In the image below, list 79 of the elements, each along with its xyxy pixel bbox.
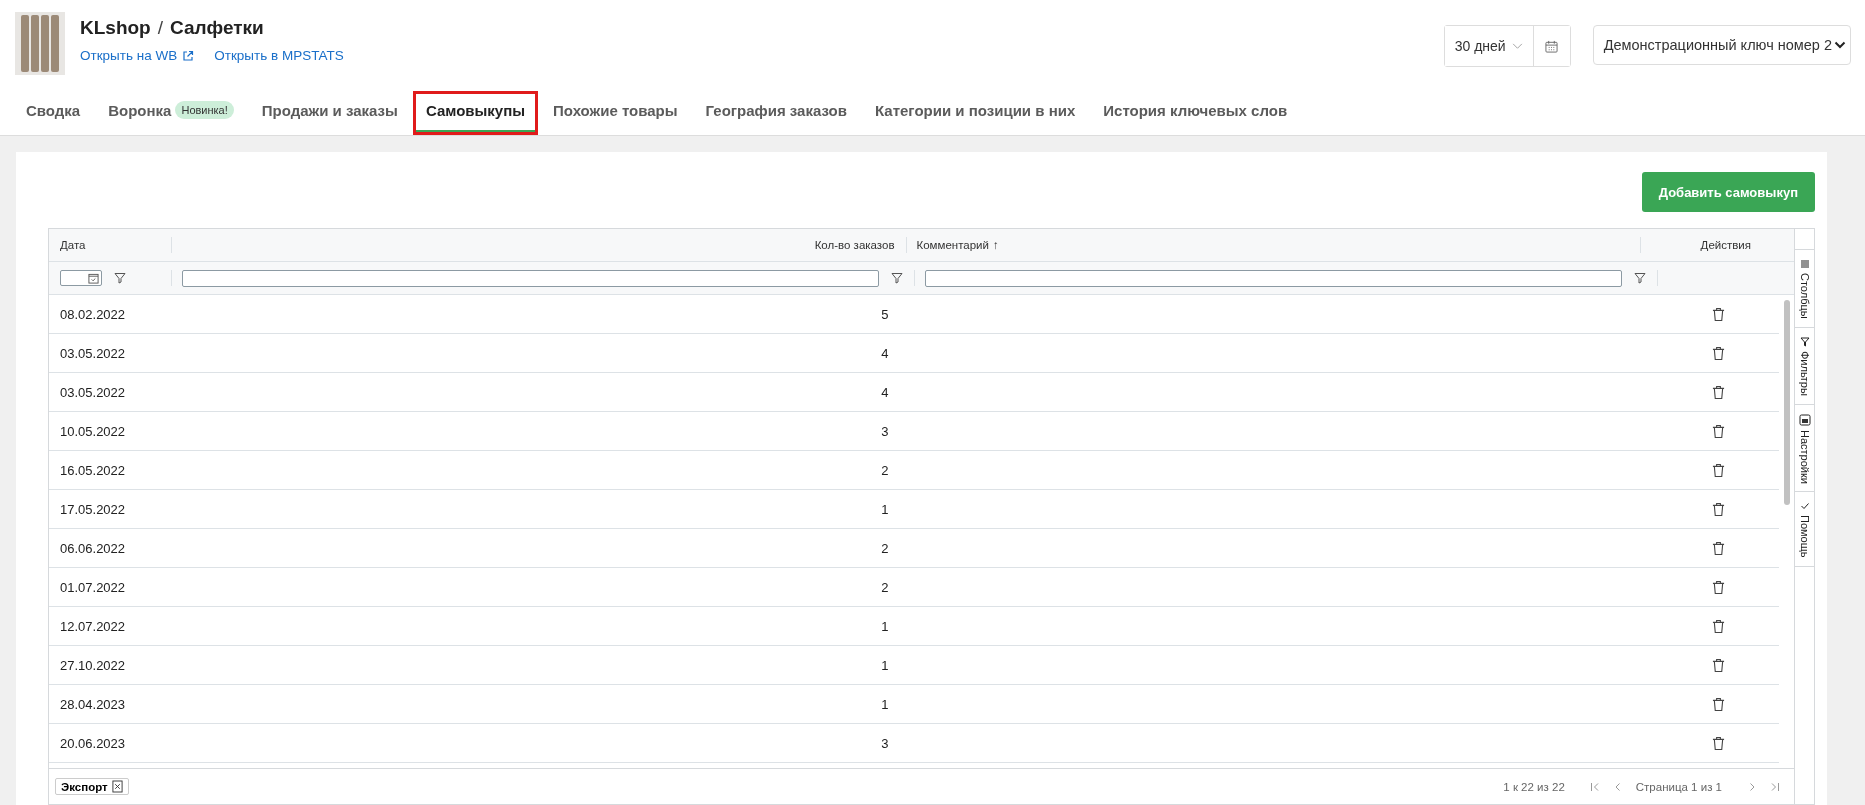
date-cell: 27.10.2022 <box>60 657 126 673</box>
trash-icon[interactable] <box>1711 384 1725 400</box>
trash-icon[interactable] <box>1711 696 1725 712</box>
trash-icon[interactable] <box>1711 306 1725 322</box>
tab[interactable]: Воронка Новинка! <box>98 93 244 132</box>
date-cell: 08.02.2022 <box>60 306 126 322</box>
trash-icon[interactable] <box>1711 345 1725 361</box>
next-page-icon[interactable] <box>1747 781 1757 792</box>
orders-cell: 4 <box>881 345 889 361</box>
date-cell: 20.06.2023 <box>60 735 126 751</box>
shop-name: KLshop <box>80 17 151 39</box>
chevron-down-icon <box>1511 42 1523 50</box>
column-header[interactable]: Дата <box>49 229 171 261</box>
title-separator: / <box>157 17 163 39</box>
orders-cell: 1 <box>881 696 889 712</box>
period-dropdown[interactable]: 30 дней <box>1444 26 1534 66</box>
page-indicator: Страница 1 из 1 <box>1635 780 1722 793</box>
tab[interactable]: Похожие товары <box>543 94 688 132</box>
product-title: Салфетки <box>170 17 264 39</box>
tab[interactable]: Сводка <box>16 94 91 132</box>
trash-icon[interactable] <box>1711 735 1725 751</box>
orders-cell: 1 <box>881 618 889 634</box>
date-cell: 28.04.2023 <box>60 696 126 712</box>
orders-cell: 1 <box>881 657 889 673</box>
tab[interactable]: Продажи и заказы <box>251 94 408 132</box>
scrollbar-thumb[interactable] <box>1783 300 1790 505</box>
date-cell: 17.05.2022 <box>60 501 126 517</box>
date-cell: 01.07.2022 <box>60 579 126 595</box>
external-link[interactable]: Открыть на WB <box>80 48 195 63</box>
trash-icon[interactable] <box>1711 579 1725 595</box>
filter-icon <box>1799 336 1810 347</box>
date-filter-field[interactable] <box>60 270 102 286</box>
tab[interactable]: Категории и позиции в них <box>864 94 1086 132</box>
trash-icon[interactable] <box>1711 462 1725 478</box>
column-header[interactable]: Действия <box>1640 229 1779 261</box>
calendar-icon <box>1545 39 1559 53</box>
column-header[interactable]: Комментарий ↑ <box>905 229 1640 261</box>
orders-cell: 5 <box>881 306 889 322</box>
last-page-icon[interactable] <box>1770 781 1780 792</box>
date-cell: 03.05.2022 <box>60 384 126 400</box>
calendar-icon <box>88 272 99 284</box>
first-page-icon[interactable] <box>1589 781 1600 792</box>
filter-input[interactable] <box>925 269 1622 287</box>
spreadsheet-icon <box>111 780 123 793</box>
orders-cell: 2 <box>881 579 889 595</box>
product-photo-placeholder <box>15 12 65 75</box>
trash-icon[interactable] <box>1711 618 1725 634</box>
tab[interactable]: География заказов <box>695 94 857 132</box>
orders-cell: 2 <box>881 540 889 556</box>
external-link[interactable]: Открыть в MPSTATS <box>214 48 344 63</box>
filter-icon[interactable] <box>1634 272 1646 284</box>
date-cell: 10.05.2022 <box>60 423 126 439</box>
date-cell: 06.06.2022 <box>60 540 126 556</box>
orders-cell: 1 <box>881 501 889 517</box>
checkmark-icon <box>1799 501 1810 512</box>
orders-cell: 3 <box>881 735 889 751</box>
filter-icon[interactable] <box>114 272 126 284</box>
filter-input[interactable] <box>182 269 879 287</box>
tab[interactable]: Самовыкупы <box>415 94 536 132</box>
row-range: 1 к 22 из 22 <box>1503 780 1565 793</box>
orders-cell: 4 <box>881 384 889 400</box>
date-cell: 03.05.2022 <box>60 345 126 361</box>
date-cell: 12.07.2022 <box>60 618 126 634</box>
tab[interactable]: История ключевых слов <box>1093 94 1298 132</box>
trash-icon[interactable] <box>1711 423 1725 439</box>
trash-icon[interactable] <box>1711 657 1725 673</box>
settings-icon <box>1798 413 1811 426</box>
external-link-icon <box>182 49 195 62</box>
new-badge: Новинка! <box>175 101 234 119</box>
date-cell: 16.05.2022 <box>60 462 126 478</box>
trash-icon[interactable] <box>1711 501 1725 517</box>
chevron-down-icon <box>1834 41 1846 49</box>
filter-icon[interactable] <box>891 272 903 284</box>
export-button[interactable]: Экспорт <box>55 778 129 795</box>
orders-cell: 3 <box>881 423 889 439</box>
column-header[interactable]: Кол-во заказов <box>171 229 906 261</box>
orders-cell: 2 <box>881 462 889 478</box>
api-key-dropdown[interactable]: Демонстрационный ключ номер 2 <box>1592 25 1851 65</box>
trash-icon[interactable] <box>1711 540 1725 556</box>
